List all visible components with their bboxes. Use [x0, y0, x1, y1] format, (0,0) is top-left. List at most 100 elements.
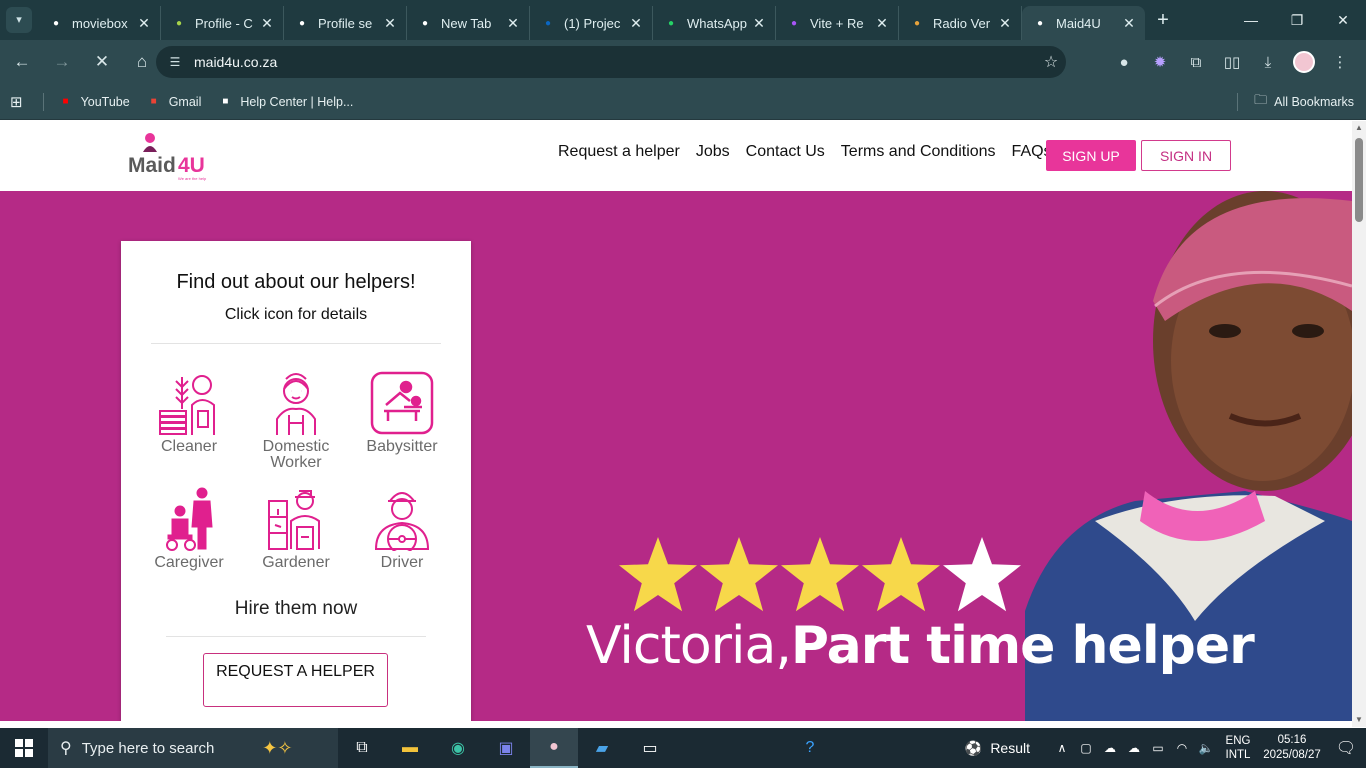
meet-icon[interactable]: ▢ [1074, 741, 1098, 755]
restore-button[interactable]: ❐ [1274, 0, 1320, 40]
sign-up-button[interactable]: SIGN UP [1046, 140, 1136, 171]
extension-dot-icon[interactable]: ● [1106, 46, 1142, 78]
site-info-icon[interactable]: ☰ [166, 53, 184, 71]
close-window-button[interactable]: ✕ [1320, 0, 1366, 40]
svg-text:4U: 4U [178, 154, 205, 177]
browser-tab[interactable]: ● Profile - C ✕ [161, 6, 284, 40]
file-explorer-icon[interactable]: ▬ [386, 728, 434, 768]
close-tab-icon[interactable]: ✕ [628, 15, 644, 32]
close-tab-icon[interactable]: ✕ [259, 15, 275, 32]
back-button[interactable]: ← [4, 44, 40, 80]
browser-tab[interactable]: ● Vite + Re ✕ [776, 6, 899, 40]
edge-icon[interactable]: ◉ [434, 728, 482, 768]
chevron-up-icon[interactable]: ∧ [1050, 741, 1074, 755]
extensions-puzzle-icon[interactable]: ⧉ [1178, 46, 1214, 78]
profile-avatar[interactable] [1286, 46, 1322, 78]
close-tab-icon[interactable]: ✕ [136, 15, 152, 32]
tab-title: moviebox [72, 15, 128, 31]
wifi-icon[interactable]: ◠ [1170, 741, 1194, 755]
football-icon: ⚽ [964, 739, 983, 756]
clock[interactable]: 05:16 2025/08/27 [1258, 733, 1326, 763]
helper-domestic-worker[interactable]: Domestic Worker [256, 371, 336, 471]
help-icon[interactable]: ? [786, 728, 834, 768]
minimize-button[interactable]: — [1228, 0, 1274, 40]
browser-tab[interactable]: ● Maid4U ✕ [1022, 6, 1145, 40]
close-tab-icon[interactable]: ✕ [382, 15, 398, 32]
globe-icon: ● [52, 17, 60, 29]
onedrive-icon[interactable]: ☁ [1098, 741, 1122, 755]
browser-tab[interactable]: ● Radio Ver ✕ [899, 6, 1022, 40]
task-view-button[interactable]: ⧉ [338, 728, 386, 768]
address-bar[interactable]: ☰ maid4u.co.za ☆ [156, 46, 1066, 78]
close-tab-icon[interactable]: ✕ [997, 15, 1013, 32]
all-bookmarks-button[interactable]: 🗀 All Bookmarks [1254, 84, 1354, 120]
browser-tab[interactable]: ● Profile se ✕ [284, 6, 407, 40]
babysitter-icon [370, 371, 434, 435]
gardener-icon [268, 490, 320, 550]
helper-driver[interactable]: Driver [362, 487, 442, 571]
reading-list-icon[interactable]: ▯▯ [1214, 46, 1250, 78]
close-tab-icon[interactable]: ✕ [751, 15, 767, 32]
helper-gardener[interactable]: Gardener [256, 487, 336, 571]
helper-caregiver[interactable]: Caregiver [149, 487, 229, 571]
browser-toolbar: ← → ✕ ⌂ ☰ maid4u.co.za ☆ ● ✹ ⧉ ▯▯ ⤓ ⋮ [0, 40, 1366, 84]
scroll-up-arrow[interactable]: ▲ [1352, 121, 1366, 135]
browser-tab[interactable]: ● WhatsApp ✕ [653, 6, 776, 40]
request-helper-button[interactable]: REQUEST A HELPER [203, 653, 388, 707]
volume-icon[interactable]: 🔈 [1194, 741, 1218, 755]
cleaner-icon [159, 375, 215, 435]
terminal-icon[interactable]: ▭ [626, 728, 674, 768]
all-bookmarks-label: All Bookmarks [1274, 95, 1354, 109]
tab-title: Profile - C [195, 15, 253, 31]
apps-grid-icon[interactable]: ⊞ [10, 93, 23, 111]
notification-icon[interactable]: 🗨 [1326, 738, 1366, 758]
helper-babysitter[interactable]: Babysitter [362, 371, 442, 455]
nav-jobs[interactable]: Jobs [696, 143, 730, 161]
helper-cleaner[interactable]: Cleaner [149, 371, 229, 455]
url-text[interactable]: maid4u.co.za [194, 54, 1036, 70]
weather-widget[interactable]: ⚽ Result [965, 740, 1030, 757]
extension-gear-icon[interactable]: ✹ [1142, 46, 1178, 78]
home-button[interactable]: ⌂ [124, 44, 160, 80]
bookmark-item[interactable]: ■ YouTube [58, 94, 130, 110]
menu-kebab-icon[interactable]: ⋮ [1322, 46, 1358, 78]
tab-strip: ▾ ● moviebox ✕ ● Profile - C ✕ ● Profile se ✕ ● Ne… [0, 0, 1366, 40]
close-tab-icon[interactable]: ✕ [1121, 15, 1137, 32]
taskbar-search[interactable]: ⚲ Type here to search ✦✧ [48, 728, 338, 768]
lang-line2: INTL [1225, 749, 1251, 761]
new-tab-button[interactable]: + [1145, 9, 1181, 32]
card-subtitle: Click icon for details [224, 306, 368, 323]
browser-tab[interactable]: ● moviebox ✕ [38, 6, 161, 40]
star-filled-icon [862, 537, 940, 612]
scrollbar-thumb[interactable] [1355, 138, 1363, 222]
scroll-down-arrow[interactable]: ▼ [1352, 713, 1366, 727]
nav-contact-us[interactable]: Contact Us [746, 143, 825, 161]
nav-terms[interactable]: Terms and Conditions [841, 143, 996, 161]
teams-icon[interactable]: ▣ [482, 728, 530, 768]
bookmark-item[interactable]: ■ Help Center | Help... [217, 94, 353, 110]
browser-tab[interactable]: ● New Tab ✕ [407, 6, 530, 40]
forward-button[interactable]: → [44, 44, 80, 80]
close-tab-icon[interactable]: ✕ [874, 15, 890, 32]
bookmarks-bar: ⊞ ■ YouTube ■ Gmail ■ Help Center | Help... 🗀… [0, 84, 1366, 120]
start-button[interactable] [0, 728, 48, 768]
bookmark-item[interactable]: ■ Gmail [146, 94, 202, 110]
sign-in-button[interactable]: SIGN IN [1141, 140, 1231, 171]
close-tab-icon[interactable]: ✕ [505, 15, 521, 32]
bookmark-star-icon[interactable]: ☆ [1036, 52, 1066, 72]
maid4u-logo[interactable]: Maid 4U We are the help [126, 130, 216, 182]
language-indicator[interactable]: ENG INTL [1218, 734, 1258, 762]
chrome-profile-icon[interactable]: ● [530, 728, 578, 768]
nav-request-helper[interactable]: Request a helper [558, 143, 680, 161]
caption-name: Victoria, [586, 616, 792, 676]
file-manager-icon[interactable]: ▰ [578, 728, 626, 768]
cloud-off-icon[interactable]: ☁ [1122, 741, 1146, 755]
download-icon[interactable]: ⤓ [1250, 46, 1286, 78]
page-scrollbar[interactable]: ▲ ▼ [1352, 121, 1366, 727]
stop-loading-button[interactable]: ✕ [84, 44, 120, 80]
divider [151, 343, 441, 344]
divider [42, 92, 44, 111]
tab-search-button[interactable]: ▾ [0, 0, 38, 40]
network-icon[interactable]: ▭ [1146, 741, 1170, 755]
browser-tab[interactable]: ● (1) Projec ✕ [530, 6, 653, 40]
